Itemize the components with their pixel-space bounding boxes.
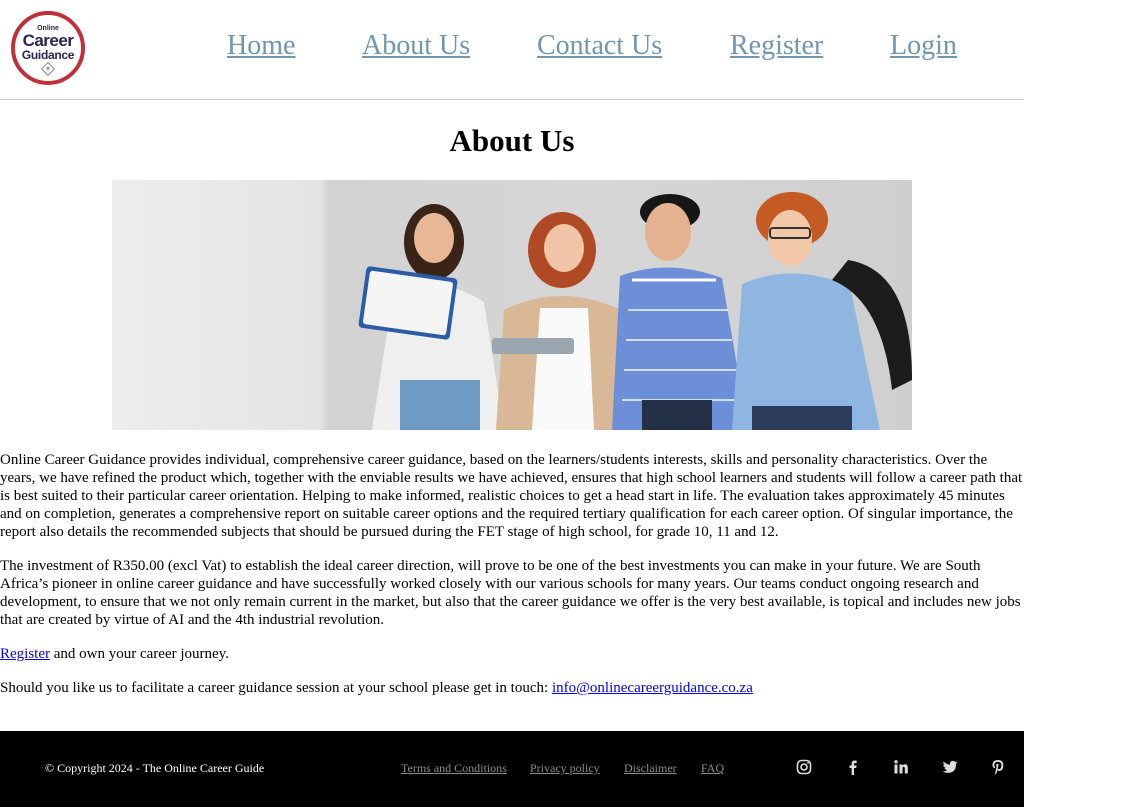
about-paragraph-2: The investment of R350.00 (excl Vat) to … (0, 558, 1021, 628)
register-line-text: and own your career journey. (50, 646, 229, 662)
hero-image (112, 180, 912, 430)
student-figure (732, 192, 912, 430)
contact-email-link[interactable]: info@onlinecareerguidance.co.za (552, 680, 753, 696)
twitter-icon[interactable] (941, 758, 959, 776)
students-photo (358, 192, 912, 430)
nav-contact-link[interactable]: Contact Us (537, 30, 662, 62)
nav-login-link[interactable]: Login (890, 30, 957, 62)
linkedin-icon[interactable] (892, 758, 910, 776)
register-link[interactable]: Register (0, 646, 50, 662)
student-figure (358, 204, 504, 430)
privacy-link[interactable]: Privacy policy (530, 761, 600, 776)
contact-line: Should you like us to facilitate a caree… (0, 679, 1024, 697)
nav-register-link[interactable]: Register (730, 30, 823, 62)
pinterest-icon[interactable] (989, 758, 1007, 776)
copyright-text: © Copyright 2024 - The Online Career Gui… (45, 761, 265, 775)
page: Online Career Guidance Home About Us Con… (0, 0, 1024, 807)
terms-link[interactable]: Terms and Conditions (401, 761, 507, 776)
instagram-icon[interactable] (795, 758, 813, 776)
facebook-icon[interactable] (844, 758, 862, 776)
main-nav: Home About Us Contact Us Register Login (0, 30, 1024, 70)
nav-about-link[interactable]: About Us (362, 30, 470, 62)
contact-line-text: Should you like us to facilitate a caree… (0, 680, 552, 696)
page-title: About Us (449, 123, 575, 158)
disclaimer-link[interactable]: Disclaimer (624, 761, 677, 776)
faq-link[interactable]: FAQ (701, 761, 724, 776)
about-paragraph-1: Online Career Guidance provides individu… (0, 452, 1023, 540)
site-footer: © Copyright 2024 - The Online Career Gui… (0, 731, 1024, 807)
student-figure (612, 194, 748, 430)
about-content: Online Career Guidance provides individu… (0, 451, 1024, 713)
site-header: Online Career Guidance Home About Us Con… (0, 0, 1024, 100)
nav-home-link[interactable]: Home (227, 30, 295, 62)
register-line: Register and own your career journey. (0, 645, 1024, 663)
